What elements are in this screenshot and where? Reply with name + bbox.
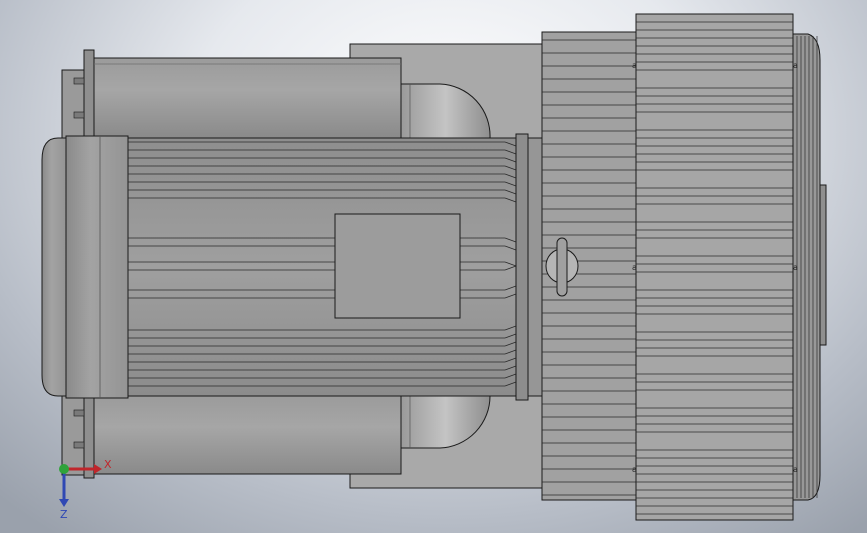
svg-text:a: a (793, 465, 798, 474)
svg-text:a: a (632, 263, 637, 272)
svg-text:a: a (793, 61, 798, 70)
svg-text:a: a (793, 263, 798, 272)
svg-text:a: a (632, 465, 637, 474)
blower-motor-model[interactable]: a a a a a a (0, 0, 867, 533)
terminal-box (334, 213, 461, 319)
blower-housing: a a a a a a (541, 13, 827, 521)
orientation-triad: X Y Z (59, 458, 112, 520)
motor-end-cap (41, 135, 129, 399)
motor-body (127, 137, 519, 397)
z-axis-label: Z (60, 508, 68, 520)
svg-text:a: a (632, 61, 637, 70)
motor-flange (515, 133, 543, 401)
graphics-viewport[interactable]: a a a a a a X Y Z (0, 0, 867, 533)
x-axis-label: X (104, 458, 112, 471)
